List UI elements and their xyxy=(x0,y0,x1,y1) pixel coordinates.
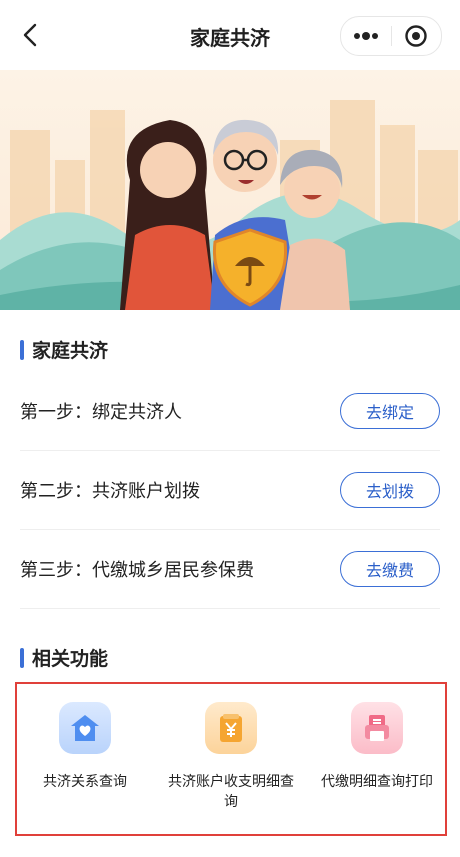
top-navigation-bar: 家庭共济 xyxy=(0,0,460,70)
step-row-transfer: 第二步：共济账户划拨 去划拨 xyxy=(20,451,440,529)
more-dots-icon xyxy=(353,32,378,40)
related-functions-panel: 共济关系查询 共济账户收支明细查询 代缴明细查询打印 xyxy=(15,682,447,836)
step-text: 第一步：绑定共济人 xyxy=(20,402,182,423)
function-account-statement[interactable]: 共济账户收支明细查询 xyxy=(161,694,301,812)
section-accent-bar xyxy=(20,339,24,360)
function-relationship-query[interactable]: 共济关系查询 xyxy=(15,694,155,792)
step-text: 第三步：代缴城乡居民参保费 xyxy=(20,560,254,581)
step-row-pay: 第三步：代缴城乡居民参保费 去缴费 xyxy=(20,530,440,608)
function-payment-detail-print[interactable]: 代缴明细查询打印 xyxy=(307,694,447,792)
go-transfer-button[interactable]: 去划拨 xyxy=(340,472,440,508)
close-miniapp-button[interactable] xyxy=(392,17,442,55)
section-accent-bar xyxy=(20,647,24,668)
go-bind-button[interactable]: 去绑定 xyxy=(340,393,440,429)
go-pay-button[interactable]: 去缴费 xyxy=(340,551,440,587)
wallet-yuan-icon xyxy=(205,702,257,754)
step-row-bind: 第一步：绑定共济人 去绑定 xyxy=(20,372,440,450)
family-banner-illustration xyxy=(0,70,460,310)
divider xyxy=(20,608,440,609)
step-text: 第二步：共济账户划拨 xyxy=(20,481,200,502)
section-title-family: 家庭共济 xyxy=(20,336,108,363)
more-options-button[interactable] xyxy=(341,17,391,55)
miniapp-capsule xyxy=(340,16,442,56)
function-label: 共济关系查询 xyxy=(43,774,127,790)
printer-icon xyxy=(351,702,403,754)
function-label: 共济账户收支明细查询 xyxy=(168,774,294,810)
section-title-related: 相关功能 xyxy=(20,644,108,671)
family-house-icon xyxy=(59,702,111,754)
target-circle-icon xyxy=(405,25,427,47)
function-label: 代缴明细查询打印 xyxy=(321,774,433,790)
